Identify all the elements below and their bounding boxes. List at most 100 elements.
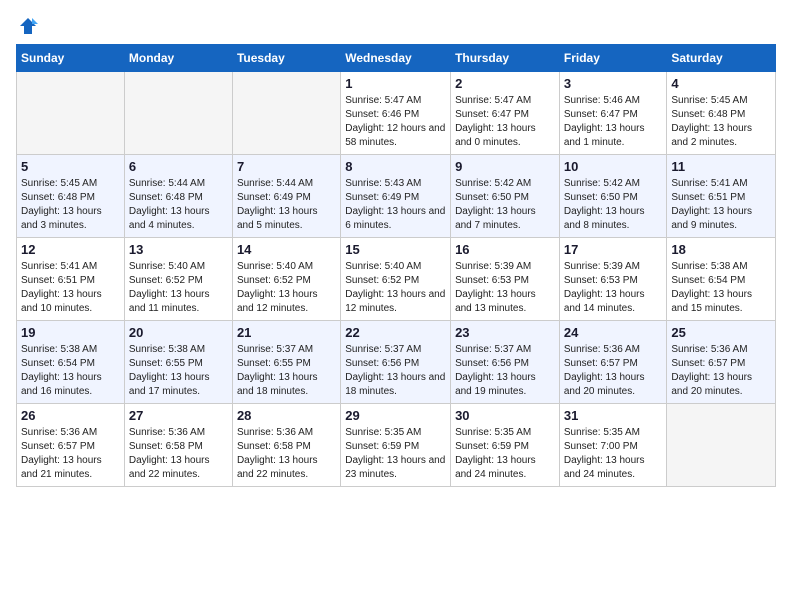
day-cell: 18 Sunrise: 5:38 AMSunset: 6:54 PMDayligh… — [667, 238, 776, 321]
day-number: 21 — [237, 325, 336, 340]
day-cell: 28 Sunrise: 5:36 AMSunset: 6:58 PMDayligh… — [232, 404, 340, 487]
day-number: 15 — [345, 242, 446, 257]
day-cell: 9 Sunrise: 5:42 AMSunset: 6:50 PMDaylight… — [451, 155, 560, 238]
day-info: Sunrise: 5:45 AMSunset: 6:48 PMDaylight:… — [21, 177, 120, 233]
day-cell — [667, 404, 776, 487]
page-header — [16, 16, 776, 36]
day-number: 7 — [237, 159, 336, 174]
day-cell — [124, 72, 232, 155]
day-info: Sunrise: 5:42 AMSunset: 6:50 PMDaylight:… — [564, 177, 663, 233]
day-number: 26 — [21, 408, 120, 423]
day-number: 20 — [129, 325, 228, 340]
day-cell — [17, 72, 125, 155]
day-cell: 2 Sunrise: 5:47 AMSunset: 6:47 PMDaylight… — [451, 72, 560, 155]
week-row-5: 26Sunrise: 5:36 AMSunset: 6:57 PMDayligh… — [17, 404, 776, 487]
day-cell: 7 Sunrise: 5:44 AMSunset: 6:49 PMDaylight… — [232, 155, 340, 238]
day-cell: 20 Sunrise: 5:38 AMSunset: 6:55 PMDayligh… — [124, 321, 232, 404]
header-cell-thursday: Thursday — [451, 45, 560, 72]
day-info: Sunrise: 5:36 AMSunset: 6:57 PMDaylight:… — [564, 343, 663, 399]
day-number: 17 — [564, 242, 663, 257]
day-info: Sunrise: 5:42 AMSunset: 6:50 PMDaylight:… — [455, 177, 555, 233]
day-number: 30 — [455, 408, 555, 423]
day-cell: 16 Sunrise: 5:39 AMSunset: 6:53 PMDayligh… — [451, 238, 560, 321]
day-cell: 30 Sunrise: 5:35 AMSunset: 6:59 PMDayligh… — [451, 404, 560, 487]
day-number: 3 — [564, 76, 663, 91]
day-info: Sunrise: 5:35 AMSunset: 7:00 PMDaylight:… — [564, 426, 663, 482]
day-number: 11 — [671, 159, 771, 174]
day-cell: 8 Sunrise: 5:43 AMSunset: 6:49 PMDaylight… — [341, 155, 451, 238]
header-cell-tuesday: Tuesday — [232, 45, 340, 72]
day-cell: 5 Sunrise: 5:45 AMSunset: 6:48 PMDaylight… — [17, 155, 125, 238]
day-info: Sunrise: 5:40 AMSunset: 6:52 PMDaylight:… — [129, 260, 228, 316]
day-cell: 1 Sunrise: 5:47 AMSunset: 6:46 PMDaylight… — [341, 72, 451, 155]
day-number: 9 — [455, 159, 555, 174]
day-info: Sunrise: 5:40 AMSunset: 6:52 PMDaylight:… — [237, 260, 336, 316]
day-cell — [232, 72, 340, 155]
day-info: Sunrise: 5:47 AMSunset: 6:47 PMDaylight:… — [455, 94, 555, 150]
day-number: 24 — [564, 325, 663, 340]
day-cell: 25 Sunrise: 5:36 AMSunset: 6:57 PMDayligh… — [667, 321, 776, 404]
day-info: Sunrise: 5:37 AMSunset: 6:55 PMDaylight:… — [237, 343, 336, 399]
day-info: Sunrise: 5:36 AMSunset: 6:58 PMDaylight:… — [129, 426, 228, 482]
day-number: 4 — [671, 76, 771, 91]
day-info: Sunrise: 5:38 AMSunset: 6:54 PMDaylight:… — [21, 343, 120, 399]
day-info: Sunrise: 5:41 AMSunset: 6:51 PMDaylight:… — [21, 260, 120, 316]
day-number: 1 — [345, 76, 446, 91]
header-cell-wednesday: Wednesday — [341, 45, 451, 72]
day-info: Sunrise: 5:37 AMSunset: 6:56 PMDaylight:… — [345, 343, 446, 399]
day-cell: 24 Sunrise: 5:36 AMSunset: 6:57 PMDayligh… — [559, 321, 667, 404]
day-cell: 10 Sunrise: 5:42 AMSunset: 6:50 PMDayligh… — [559, 155, 667, 238]
day-cell: 12Sunrise: 5:41 AMSunset: 6:51 PMDayligh… — [17, 238, 125, 321]
header-cell-sunday: Sunday — [17, 45, 125, 72]
header-cell-monday: Monday — [124, 45, 232, 72]
day-number: 13 — [129, 242, 228, 257]
day-number: 25 — [671, 325, 771, 340]
day-number: 18 — [671, 242, 771, 257]
day-info: Sunrise: 5:36 AMSunset: 6:58 PMDaylight:… — [237, 426, 336, 482]
day-cell: 31 Sunrise: 5:35 AMSunset: 7:00 PMDayligh… — [559, 404, 667, 487]
day-cell: 27 Sunrise: 5:36 AMSunset: 6:58 PMDayligh… — [124, 404, 232, 487]
logo-icon — [18, 16, 38, 36]
week-row-1: 1 Sunrise: 5:47 AMSunset: 6:46 PMDaylight… — [17, 72, 776, 155]
day-cell: 22 Sunrise: 5:37 AMSunset: 6:56 PMDayligh… — [341, 321, 451, 404]
day-info: Sunrise: 5:38 AMSunset: 6:55 PMDaylight:… — [129, 343, 228, 399]
day-cell: 6 Sunrise: 5:44 AMSunset: 6:48 PMDaylight… — [124, 155, 232, 238]
day-number: 16 — [455, 242, 555, 257]
day-info: Sunrise: 5:35 AMSunset: 6:59 PMDaylight:… — [455, 426, 555, 482]
day-info: Sunrise: 5:37 AMSunset: 6:56 PMDaylight:… — [455, 343, 555, 399]
day-number: 8 — [345, 159, 446, 174]
day-info: Sunrise: 5:44 AMSunset: 6:49 PMDaylight:… — [237, 177, 336, 233]
day-info: Sunrise: 5:40 AMSunset: 6:52 PMDaylight:… — [345, 260, 446, 316]
day-number: 28 — [237, 408, 336, 423]
day-info: Sunrise: 5:44 AMSunset: 6:48 PMDaylight:… — [129, 177, 228, 233]
day-number: 10 — [564, 159, 663, 174]
day-cell: 11 Sunrise: 5:41 AMSunset: 6:51 PMDayligh… — [667, 155, 776, 238]
day-cell: 21 Sunrise: 5:37 AMSunset: 6:55 PMDayligh… — [232, 321, 340, 404]
logo — [16, 16, 38, 36]
day-number: 5 — [21, 159, 120, 174]
day-number: 27 — [129, 408, 228, 423]
week-row-4: 19 Sunrise: 5:38 AMSunset: 6:54 PMDayligh… — [17, 321, 776, 404]
day-cell: 3Sunrise: 5:46 AMSunset: 6:47 PMDaylight… — [559, 72, 667, 155]
day-info: Sunrise: 5:41 AMSunset: 6:51 PMDaylight:… — [671, 177, 771, 233]
day-info: Sunrise: 5:38 AMSunset: 6:54 PMDaylight:… — [671, 260, 771, 316]
day-info: Sunrise: 5:36 AMSunset: 6:57 PMDaylight:… — [671, 343, 771, 399]
day-cell: 23 Sunrise: 5:37 AMSunset: 6:56 PMDayligh… — [451, 321, 560, 404]
day-number: 19 — [21, 325, 120, 340]
day-info: Sunrise: 5:45 AMSunset: 6:48 PMDaylight:… — [671, 94, 771, 150]
day-info: Sunrise: 5:43 AMSunset: 6:49 PMDaylight:… — [345, 177, 446, 233]
day-info: Sunrise: 5:35 AMSunset: 6:59 PMDaylight:… — [345, 426, 446, 482]
day-info: Sunrise: 5:47 AMSunset: 6:46 PMDaylight:… — [345, 94, 446, 150]
day-number: 23 — [455, 325, 555, 340]
day-number: 31 — [564, 408, 663, 423]
day-number: 6 — [129, 159, 228, 174]
day-cell: 15 Sunrise: 5:40 AMSunset: 6:52 PMDayligh… — [341, 238, 451, 321]
day-number: 22 — [345, 325, 446, 340]
day-cell: 19 Sunrise: 5:38 AMSunset: 6:54 PMDayligh… — [17, 321, 125, 404]
day-cell: 14Sunrise: 5:40 AMSunset: 6:52 PMDayligh… — [232, 238, 340, 321]
day-cell: 4 Sunrise: 5:45 AMSunset: 6:48 PMDaylight… — [667, 72, 776, 155]
calendar-table: SundayMondayTuesdayWednesdayThursdayFrid… — [16, 44, 776, 487]
day-number: 29 — [345, 408, 446, 423]
day-number: 2 — [455, 76, 555, 91]
day-info: Sunrise: 5:39 AMSunset: 6:53 PMDaylight:… — [455, 260, 555, 316]
